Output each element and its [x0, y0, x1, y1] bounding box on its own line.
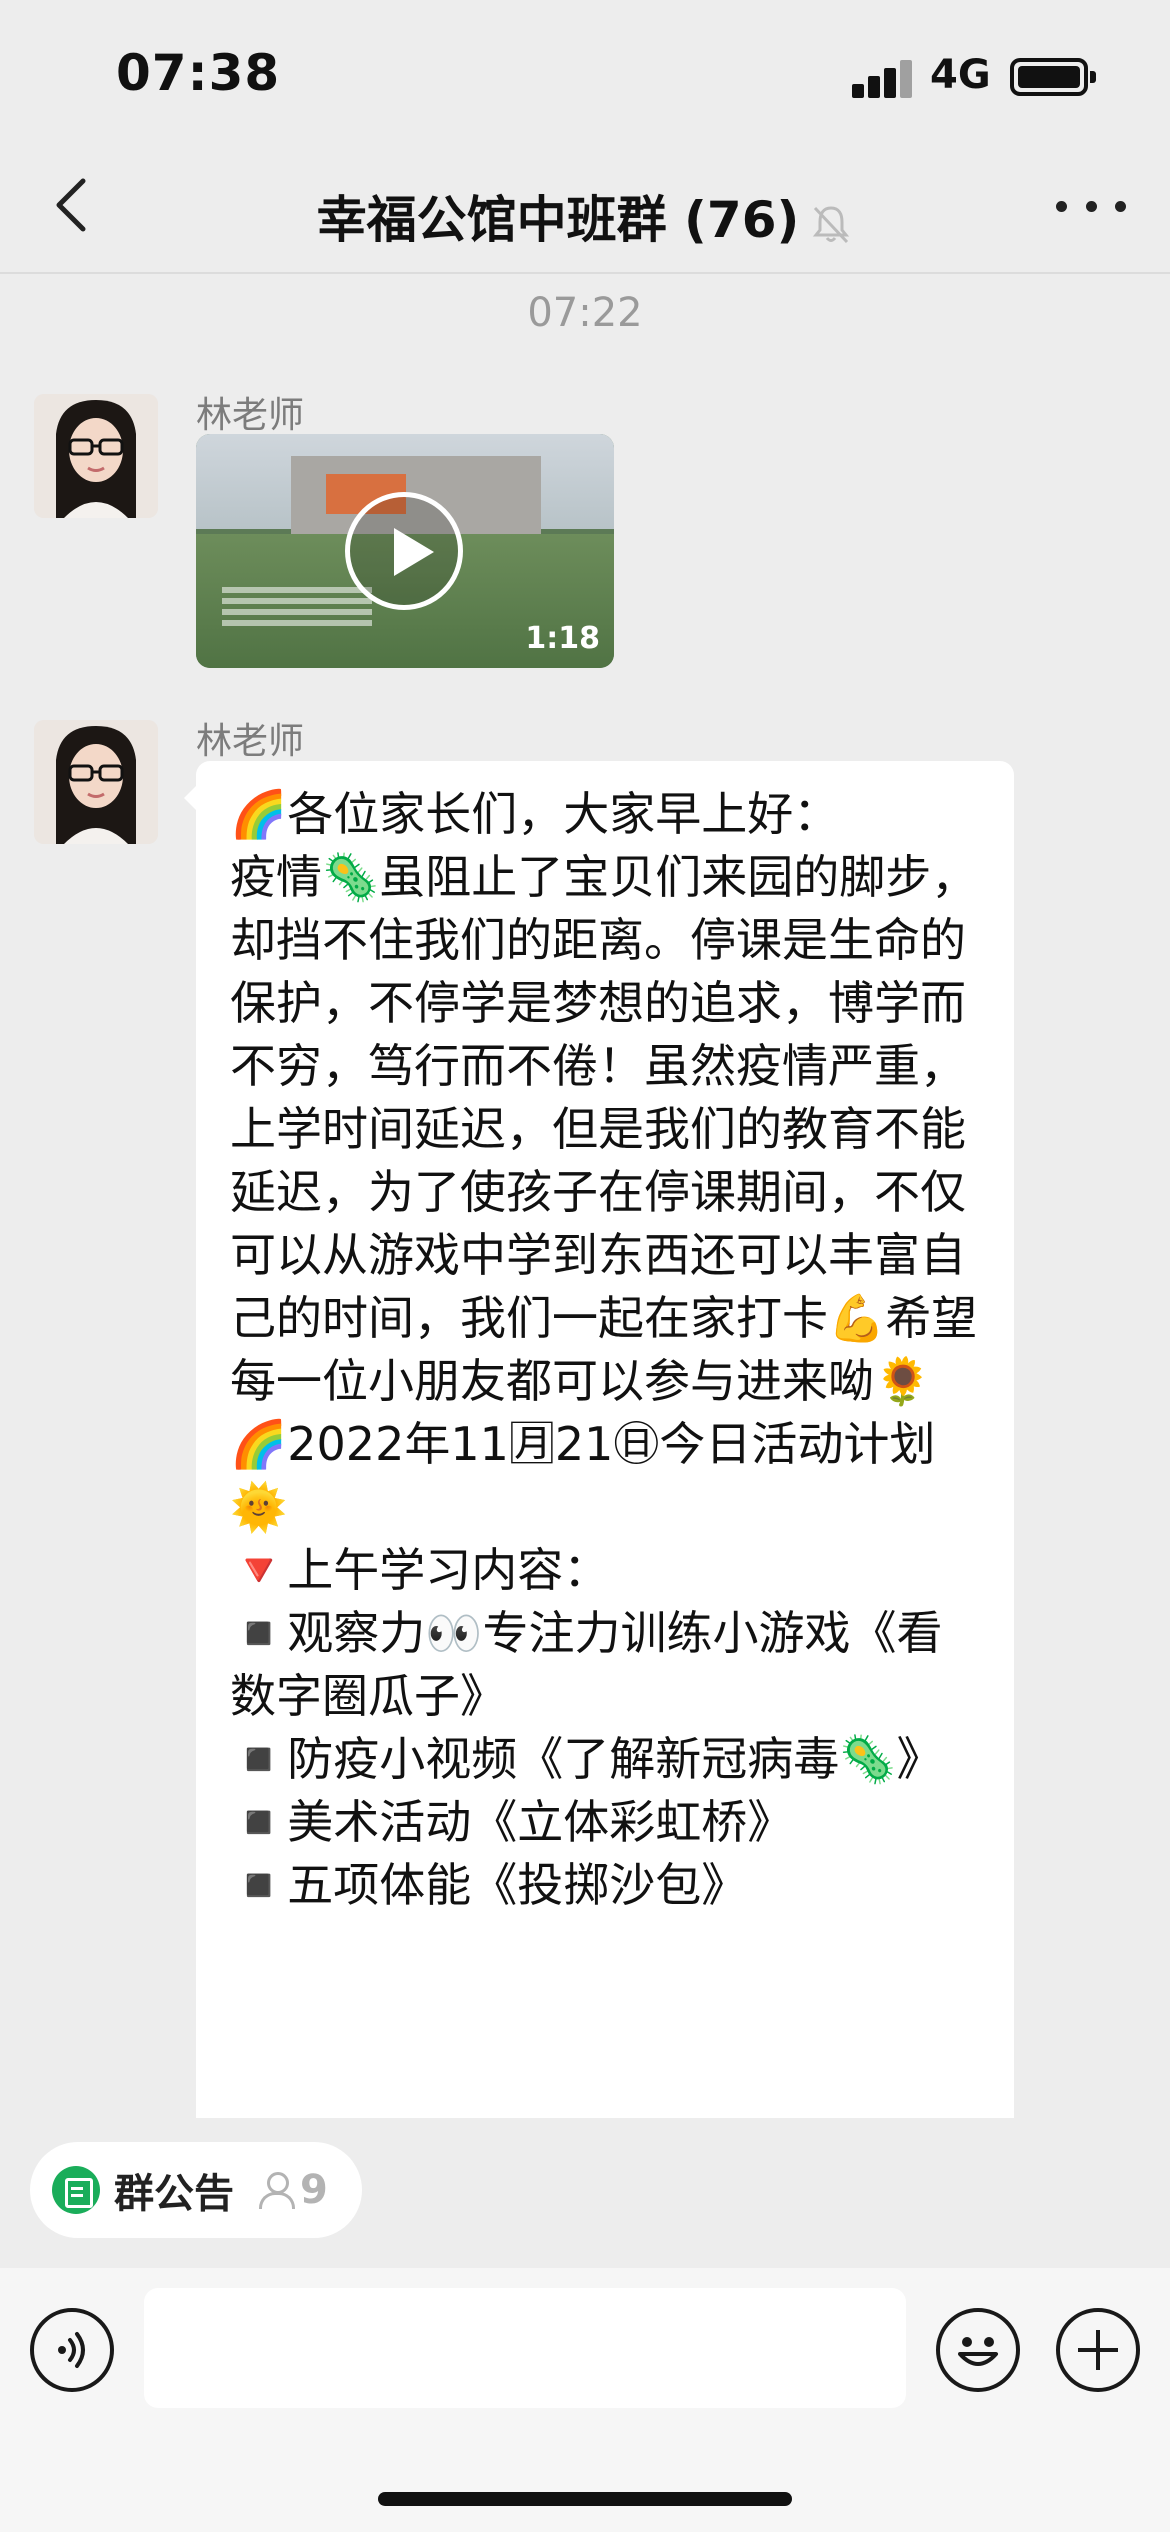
avatar[interactable] [34, 394, 158, 518]
signal-icon [852, 58, 914, 98]
more-dot-icon [1085, 200, 1097, 212]
text-message-bubble[interactable]: 🌈各位家长们，大家早上好： 疫情🦠虽阻止了宝贝们来园的脚步，却挡不住我们的距离。… [196, 761, 1014, 2118]
play-icon[interactable] [345, 492, 463, 610]
sender-name: 林老师 [196, 395, 305, 436]
status-bar: 07:38 4G [0, 0, 1170, 140]
voice-icon [58, 2332, 85, 2368]
notice-icon [52, 2166, 100, 2214]
home-indicator [378, 2492, 792, 2506]
status-time: 07:38 [116, 44, 281, 102]
more-dot-icon [1056, 200, 1067, 212]
more-button[interactable] [1056, 176, 1126, 236]
chat-title: 幸福公馆中班群 (76) [0, 180, 1170, 252]
message-text: 🌈各位家长们，大家早上好： 疫情🦠虽阻止了宝贝们来园的脚步，却挡不住我们的距离。… [230, 787, 978, 1912]
input-bar [0, 2268, 1170, 2532]
group-notice-button[interactable]: 群公告 9 [30, 2142, 362, 2238]
nav-bar: 幸福公馆中班群 (76) [0, 140, 1170, 274]
notice-label: 群公告 [114, 2171, 234, 2217]
message-timestamp: 07:22 [527, 290, 643, 336]
emoji-icon [958, 2337, 998, 2366]
message-input[interactable] [144, 2288, 906, 2408]
avatar[interactable] [34, 720, 158, 844]
notice-bar: 群公告 9 [0, 2118, 1170, 2268]
video-duration: 1:18 [525, 621, 600, 656]
person-icon [256, 2170, 296, 2210]
more-dot-icon [1115, 200, 1126, 212]
mute-bell-icon [813, 205, 850, 243]
emoji-button[interactable] [936, 2308, 1020, 2392]
chat-area[interactable]: 07:22 林老师 1:18 林老师 🌈各位家长们，大家早上好： 疫情🦠虽阻止了… [0, 276, 1170, 2118]
avatar-photo [34, 394, 158, 518]
chat-title-text: 幸福公馆中班群 (76) [316, 191, 800, 249]
battery-icon [1010, 58, 1096, 96]
more-functions-button[interactable] [1056, 2308, 1140, 2392]
avatar-photo [34, 720, 158, 844]
voice-button[interactable] [30, 2308, 114, 2392]
video-thumbnail-caption [222, 582, 372, 652]
network-type: 4G [930, 52, 991, 98]
sender-name: 林老师 [196, 721, 305, 762]
video-message[interactable]: 1:18 [196, 434, 614, 668]
notice-read-count: 9 [300, 2167, 328, 2213]
